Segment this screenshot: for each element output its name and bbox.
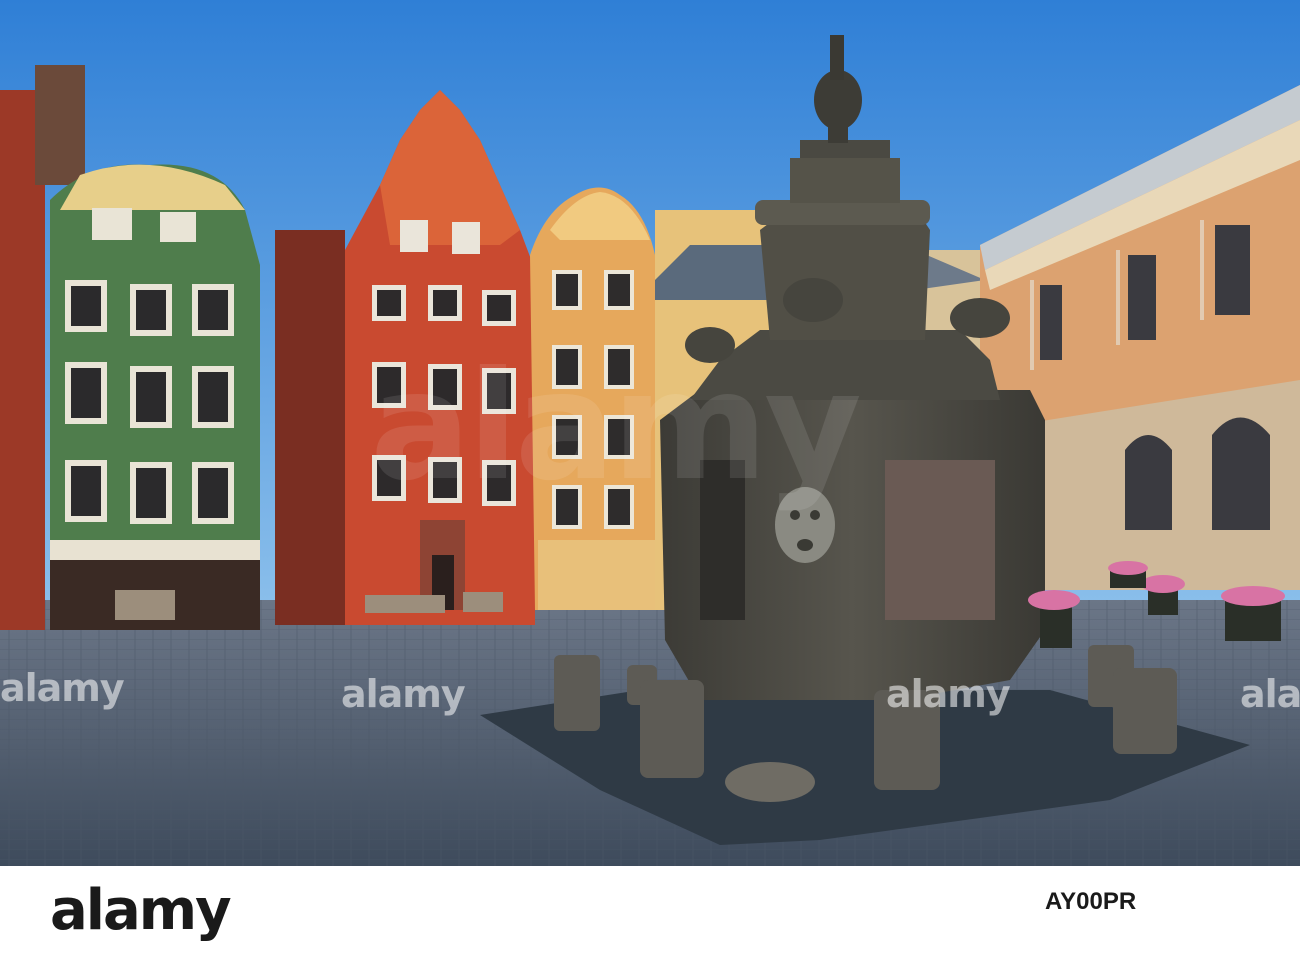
footer-logo: alamy [50, 878, 232, 943]
green-building [50, 164, 260, 630]
footer-bar: alamy AY00PR [0, 866, 1300, 956]
yellow-building [530, 187, 660, 610]
image-code: AY00PR [1045, 888, 1137, 915]
scene-illustration [0, 0, 1300, 866]
photo: alamy alamy alamy alamy alamy [0, 0, 1300, 866]
